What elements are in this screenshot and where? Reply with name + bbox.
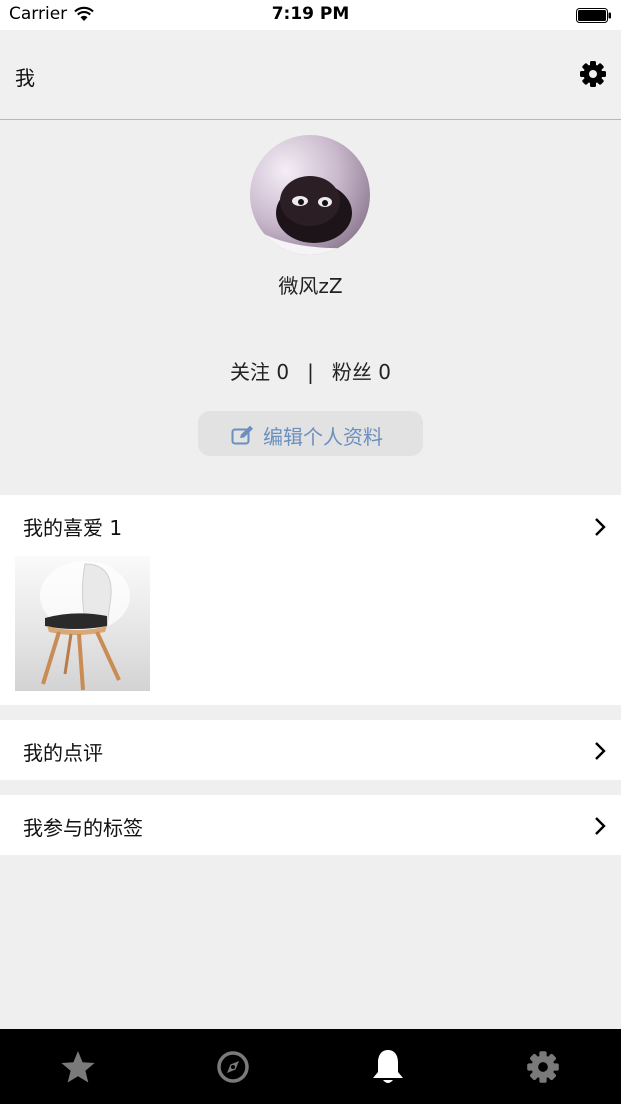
nav-bar: 我 [0,30,621,120]
favorites-title[interactable]: 我的喜爱 1 [23,512,122,541]
page-title: 我 [15,66,35,90]
edit-profile-label: 编辑个人资料 [263,425,383,449]
following-stat[interactable]: 关注 0 [230,360,289,384]
chevron-right-icon[interactable] [593,517,607,537]
follow-stats: 关注 0 | 粉丝 0 [0,356,621,385]
gear-icon [527,1050,559,1083]
stats-separator: | [307,360,314,384]
tab-bar [0,1029,621,1104]
reviews-title: 我的点评 [23,741,103,765]
favorite-item-thumbnail[interactable] [15,556,150,691]
chevron-right-icon [595,742,606,760]
compass-icon [216,1050,249,1083]
edit-pencil-icon [231,425,253,445]
tab-notifications[interactable] [310,1029,465,1104]
followers-stat[interactable]: 粉丝 0 [332,360,391,384]
furball-avatar-image [250,176,370,255]
edit-profile-button[interactable]: 编辑个人资料 [198,411,423,456]
followers-label: 粉丝 [331,360,372,384]
reviews-row[interactable]: 我的点评 [0,720,621,780]
following-count: 0 [276,360,290,384]
profile-header: 微风zZ 关注 0 | 粉丝 0 编辑个人资料 [0,120,621,494]
favorites-section: 我的喜爱 1 [0,495,621,705]
username: 微风zZ [278,274,343,298]
chevron-right-icon [595,817,606,835]
star-icon [60,1050,95,1082]
avatar[interactable] [250,135,370,255]
followers-count: 0 [378,360,391,384]
tab-favorites[interactable] [0,1029,155,1104]
battery-icon [576,8,611,23]
settings-gear-icon[interactable] [579,60,607,88]
tags-row[interactable]: 我参与的标签 [0,795,621,855]
tab-discover[interactable] [155,1029,310,1104]
chair-image [40,561,130,691]
bell-icon [372,1049,403,1083]
following-label: 关注 [230,360,271,384]
tags-title: 我参与的标签 [23,816,143,840]
status-bar: Carrier 7:19 PM [0,0,621,30]
tab-settings[interactable] [465,1029,621,1104]
clock-time: 7:19 PM [271,4,350,24]
